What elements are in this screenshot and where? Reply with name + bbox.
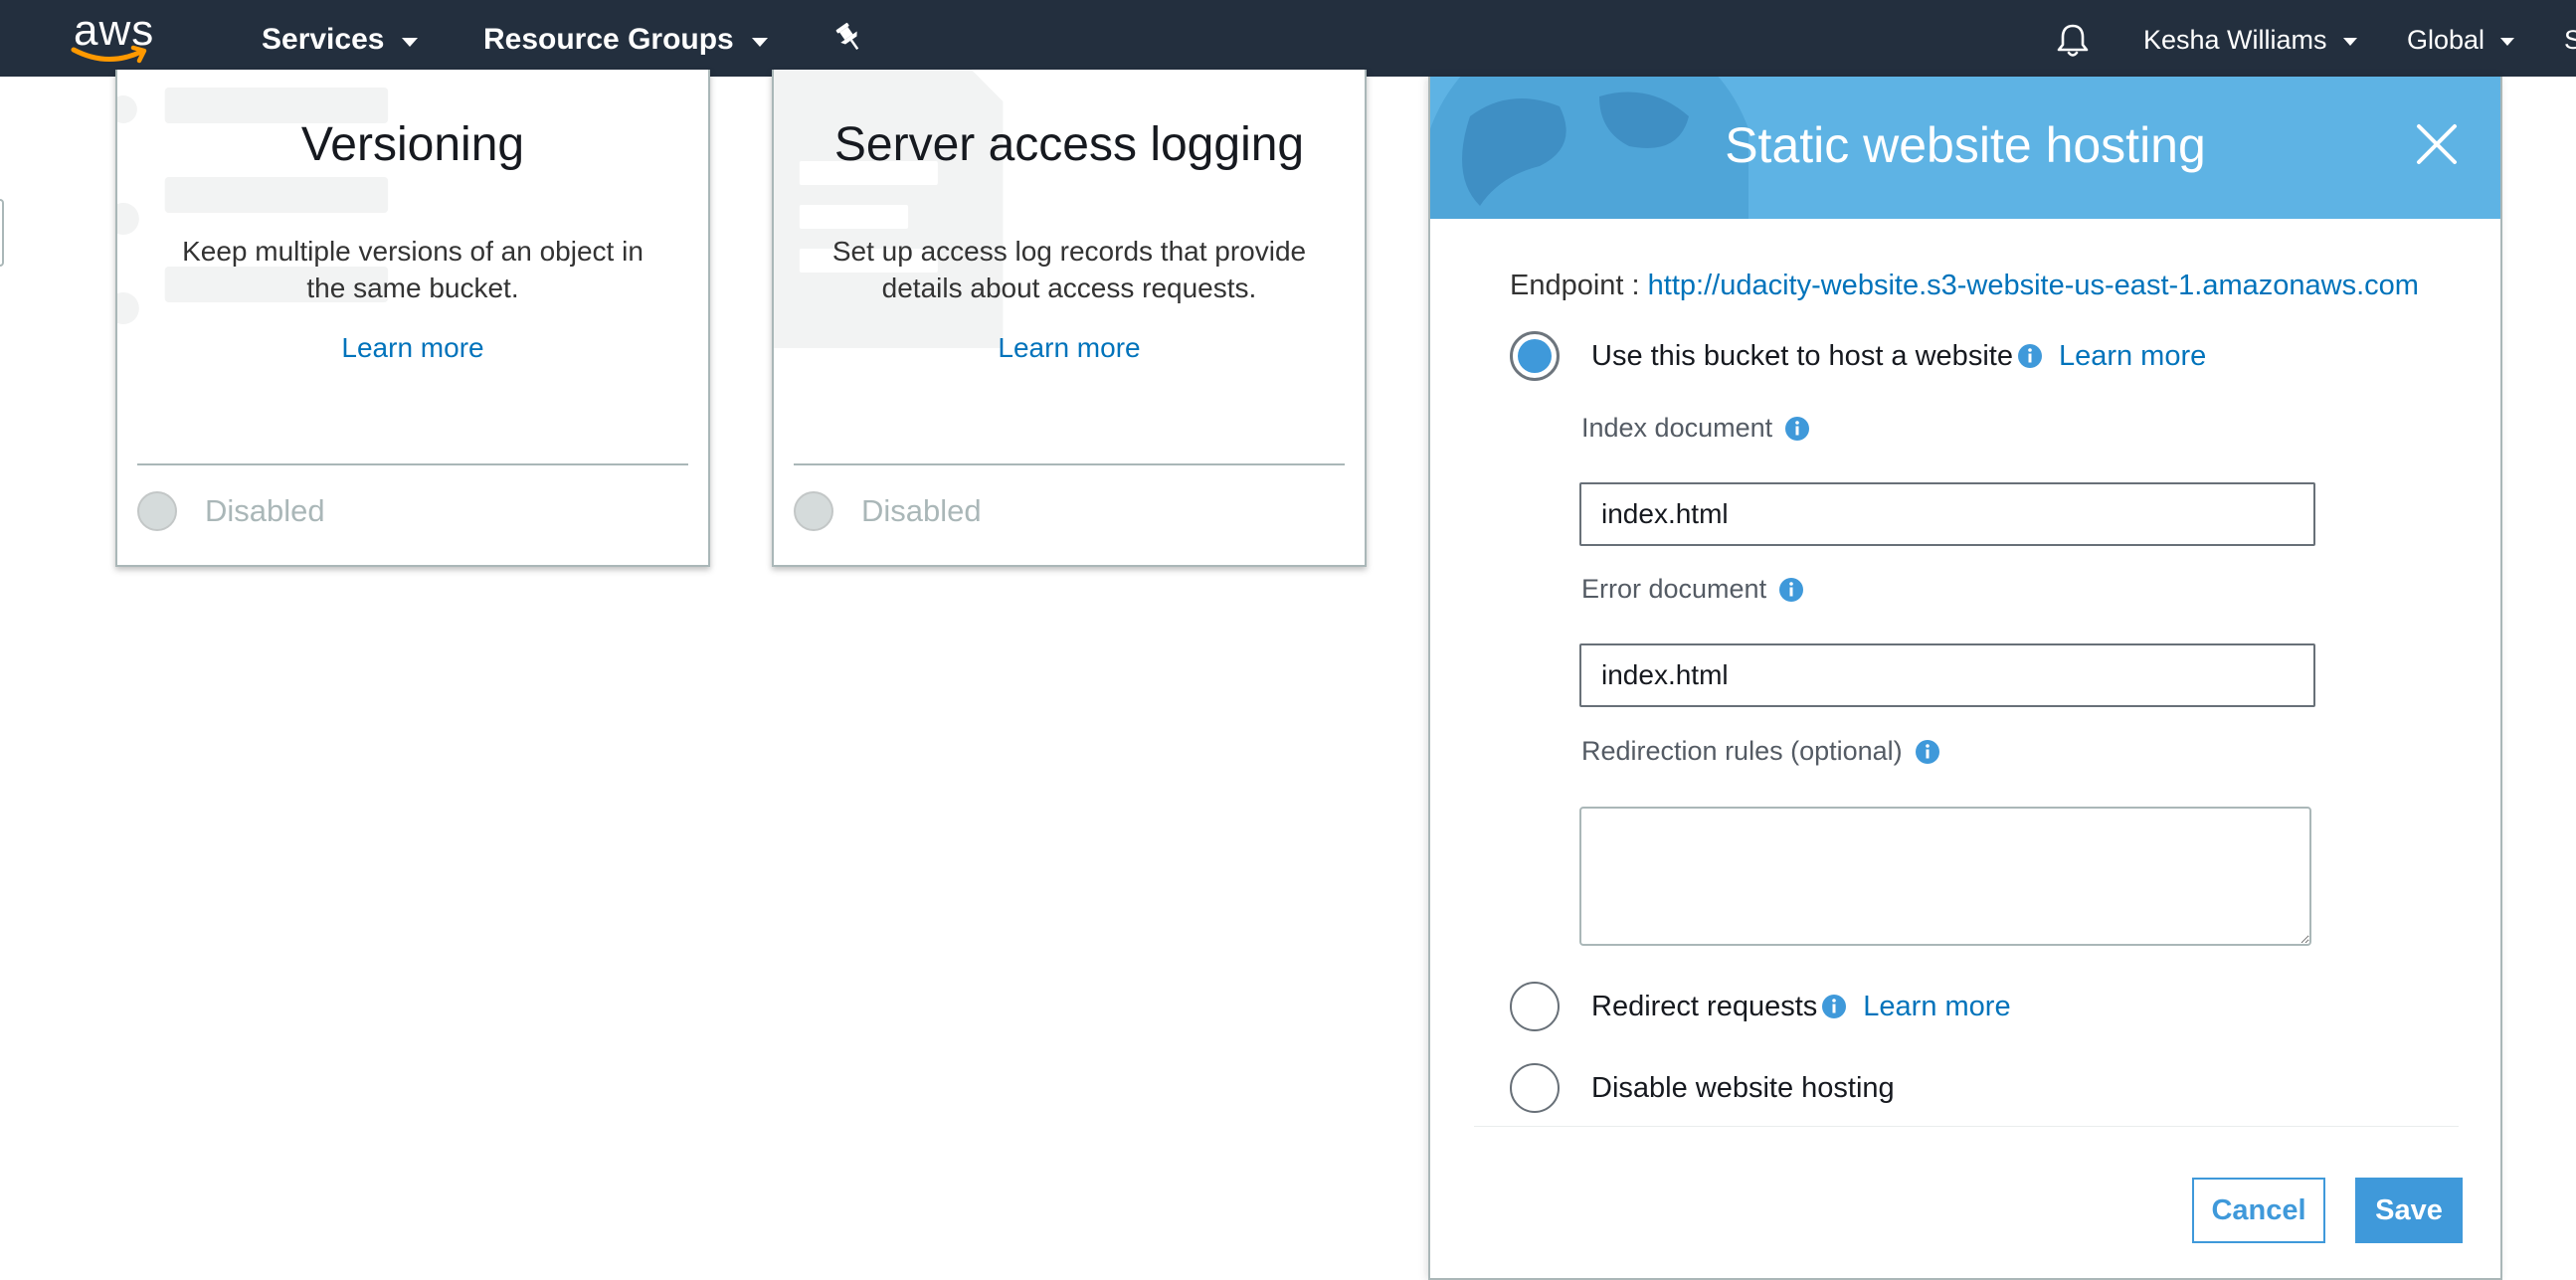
info-icon[interactable] — [2017, 343, 2043, 369]
learn-more-link[interactable]: Learn more — [1863, 991, 2010, 1023]
host-website-option[interactable]: Use this bucket to host a website Learn … — [1510, 331, 2206, 381]
redirect-requests-label: Redirect requests — [1591, 990, 1818, 1022]
divider — [1474, 1126, 2459, 1127]
status-text: Disabled — [861, 493, 982, 528]
index-document-input[interactable] — [1579, 482, 2315, 546]
status-indicator: Disabled — [794, 491, 982, 531]
endpoint-url-link[interactable]: http://udacity-website.s3-website-us-eas… — [1648, 270, 2419, 301]
versioning-card[interactable]: Versioning Keep multiple versions of an … — [115, 70, 710, 567]
aws-logo[interactable]: aws — [68, 6, 159, 66]
support-menu[interactable]: S — [2564, 20, 2576, 60]
redirect-requests-option[interactable]: Redirect requests Learn more — [1510, 982, 2011, 1031]
panel-header: Static website hosting — [1430, 77, 2500, 219]
learn-more-link[interactable]: Learn more — [2059, 340, 2206, 373]
redirection-rules-textarea[interactable] — [1579, 807, 2311, 946]
user-name: Kesha Williams — [2143, 24, 2327, 55]
host-website-radio[interactable] — [1510, 331, 1560, 381]
resource-groups-label: Resource Groups — [483, 23, 734, 56]
info-icon[interactable] — [1784, 416, 1810, 442]
index-document-label: Index document — [1581, 413, 1773, 443]
bell-icon[interactable] — [2053, 20, 2093, 60]
disable-hosting-radio[interactable] — [1510, 1063, 1560, 1113]
learn-more-link[interactable]: Learn more — [117, 332, 708, 364]
services-label: Services — [262, 23, 385, 56]
card-description: Set up access log records that provide d… — [831, 236, 1307, 303]
error-document-label-row: Error document — [1581, 574, 1804, 605]
resource-groups-menu[interactable]: Resource Groups — [483, 20, 768, 60]
status-text: Disabled — [205, 493, 325, 528]
redirect-requests-radio[interactable] — [1510, 982, 1560, 1031]
chevron-down-icon — [2500, 38, 2515, 46]
chevron-down-icon — [751, 37, 768, 47]
region-menu[interactable]: Global — [2407, 20, 2515, 60]
status-dot-icon — [137, 491, 177, 531]
endpoint-label: Endpoint : — [1510, 270, 1648, 301]
index-document-label-row: Index document — [1581, 413, 1810, 444]
versioning-illustration — [117, 88, 389, 324]
endpoint-row: Endpoint : http://udacity-website.s3-web… — [1510, 270, 2419, 302]
error-document-label: Error document — [1581, 574, 1767, 604]
server-access-logging-card[interactable]: Server access logging Set up access log … — [772, 70, 1367, 567]
top-navigation-bar: aws Services Resource Groups Kesha Willi… — [0, 0, 2576, 77]
close-icon[interactable] — [2413, 120, 2461, 168]
card-description: Keep multiple versions of an object in t… — [182, 236, 644, 303]
disable-hosting-label: Disable website hosting — [1591, 1071, 1895, 1104]
learn-more-link[interactable]: Learn more — [774, 332, 1365, 364]
support-label: S — [2564, 24, 2576, 55]
cancel-button[interactable]: Cancel — [2192, 1178, 2325, 1243]
card-title: Versioning — [300, 118, 525, 171]
divider — [794, 463, 1345, 465]
user-menu[interactable]: Kesha Williams — [2143, 20, 2357, 60]
status-indicator: Disabled — [137, 491, 325, 531]
chevron-down-icon — [2342, 38, 2357, 46]
collapsed-panel-tab[interactable] — [0, 199, 4, 267]
divider — [137, 463, 688, 465]
redirection-rules-label: Redirection rules (optional) — [1581, 736, 1903, 766]
status-dot-icon — [794, 491, 833, 531]
redirection-rules-label-row: Redirection rules (optional) — [1581, 736, 1940, 767]
info-icon[interactable] — [1821, 994, 1847, 1019]
host-website-label: Use this bucket to host a website — [1591, 339, 2013, 372]
card-title: Server access logging — [833, 118, 1305, 171]
info-icon[interactable] — [1915, 739, 1940, 765]
aws-smile-icon — [71, 45, 147, 64]
chevron-down-icon — [402, 37, 419, 47]
static-website-hosting-panel: Static website hosting Endpoint : http:/… — [1428, 77, 2502, 1280]
disable-hosting-option[interactable]: Disable website hosting — [1510, 1063, 1895, 1113]
panel-title: Static website hosting — [1725, 117, 2206, 173]
region-label: Global — [2407, 24, 2485, 55]
save-button[interactable]: Save — [2355, 1178, 2463, 1243]
logging-illustration — [774, 70, 1004, 348]
info-icon[interactable] — [1778, 577, 1804, 603]
pin-icon[interactable] — [831, 20, 867, 56]
error-document-input[interactable] — [1579, 643, 2315, 707]
services-menu[interactable]: Services — [262, 20, 419, 60]
